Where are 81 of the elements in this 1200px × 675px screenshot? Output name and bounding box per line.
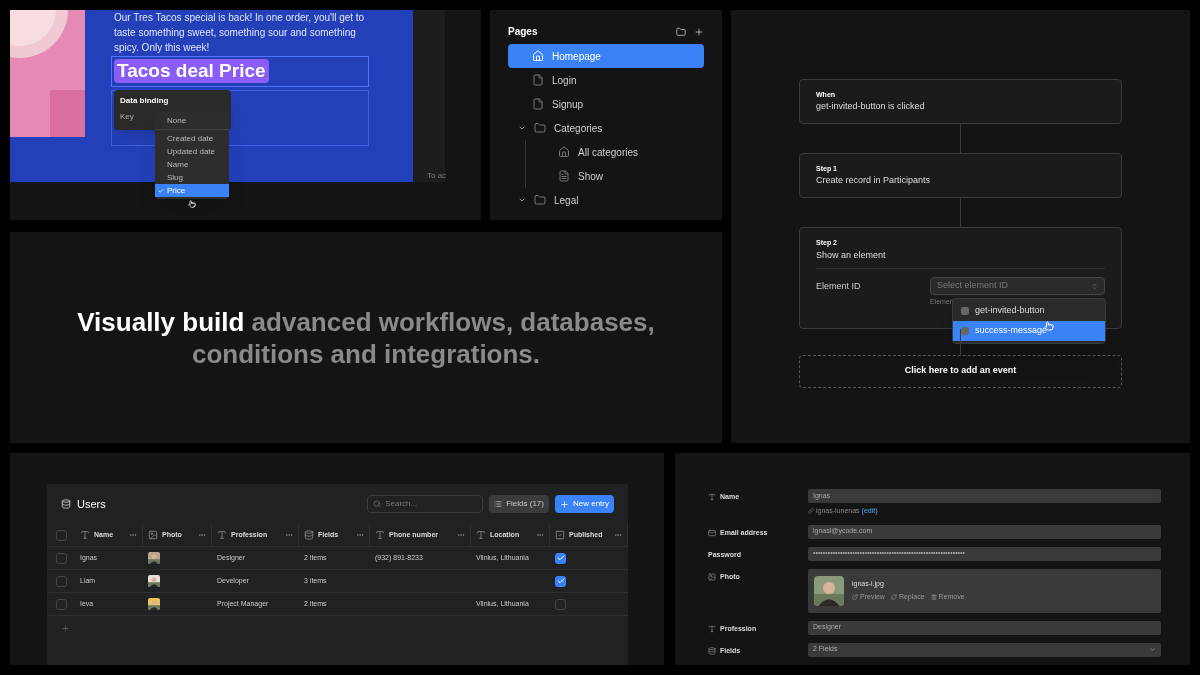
mail-icon [708, 528, 716, 537]
image-icon [148, 530, 158, 540]
checkbox[interactable] [555, 575, 566, 587]
caret-icon [1149, 646, 1156, 653]
page-item[interactable]: Homepage [508, 44, 704, 68]
menu-item[interactable]: get-invited-button [953, 301, 1105, 321]
text-icon [708, 624, 716, 633]
table-title: Users [77, 496, 106, 512]
folder-icon [534, 122, 546, 134]
page-icon [532, 98, 544, 110]
menu-item[interactable]: success-message [953, 321, 1105, 341]
trash-icon [930, 594, 937, 601]
list-icon [494, 500, 503, 508]
checkbox[interactable] [555, 552, 566, 564]
menu-item[interactable]: Price [155, 184, 229, 197]
page-item[interactable]: Legal [508, 188, 704, 212]
menu-item[interactable]: Slug [155, 171, 229, 184]
page-icon [558, 170, 570, 182]
checkbox[interactable] [55, 598, 67, 610]
database-icon [708, 646, 716, 655]
card-text: Create record in Participants [816, 174, 932, 187]
checkbox[interactable] [55, 552, 67, 564]
folder-icon [534, 194, 546, 206]
page-item[interactable]: All categories [526, 140, 704, 164]
check-icon [158, 187, 164, 194]
search-field[interactable]: Search... [367, 495, 484, 513]
text-icon [708, 493, 716, 502]
more-icon[interactable] [198, 531, 206, 539]
page-item[interactable]: Categories [508, 116, 704, 140]
image-icon [708, 572, 716, 581]
add-event-button[interactable]: Click here to add an event [799, 354, 1122, 388]
menu-item[interactable]: None [155, 114, 229, 127]
panel-title: Pages [508, 25, 538, 39]
hint-text: To ac [427, 170, 447, 182]
page-item[interactable]: Signup [508, 92, 704, 116]
add-icon[interactable] [694, 26, 704, 37]
external-link-icon [852, 594, 858, 601]
cursor-icon [188, 200, 196, 208]
database-icon [61, 499, 71, 509]
key-label: Key [120, 111, 134, 123]
chevron-icon [1091, 282, 1098, 290]
new-folder-icon[interactable] [676, 26, 686, 37]
house-icon [532, 50, 544, 62]
text-icon [80, 530, 90, 540]
element-icon [961, 307, 969, 315]
menu-item[interactable]: Created date [155, 132, 229, 145]
plus-icon [560, 499, 569, 509]
text-icon [217, 530, 227, 540]
more-icon[interactable] [457, 531, 465, 539]
popup-title: Data binding [120, 95, 170, 107]
menu-item[interactable]: Name [155, 158, 229, 171]
more-icon[interactable] [536, 531, 544, 539]
checkbox-icon [555, 530, 565, 540]
headline: Visually build advanced workflows, databases, conditions and integrations. [76, 305, 656, 370]
menu-item[interactable]: Updated date [155, 145, 229, 158]
element-icon [961, 327, 969, 335]
more-icon[interactable] [356, 531, 364, 539]
heading: Tacos deal Price [114, 59, 269, 83]
more-icon[interactable] [285, 531, 293, 539]
text-icon [476, 530, 486, 540]
page-item[interactable]: Show [526, 164, 704, 188]
refresh-icon [890, 594, 897, 601]
new-entry-button[interactable]: New entry [555, 495, 614, 513]
database-icon [304, 530, 314, 540]
card-text: get-invited-button is clicked [816, 100, 926, 113]
text-icon [375, 530, 385, 540]
more-icon[interactable] [129, 531, 137, 539]
more-icon[interactable] [614, 531, 622, 539]
fields-button[interactable]: Fields (17) [489, 495, 549, 513]
card-text: Show an element [816, 248, 887, 262]
field-label: Element ID [816, 280, 862, 293]
checkbox[interactable] [555, 598, 566, 610]
page-item[interactable]: Login [508, 68, 704, 92]
house-icon [558, 146, 570, 158]
add-row-icon[interactable] [61, 623, 70, 633]
page-icon [532, 74, 544, 86]
checkbox[interactable] [55, 575, 67, 587]
search-icon [373, 500, 382, 508]
link-icon [808, 508, 814, 515]
checkbox[interactable] [55, 529, 67, 541]
body-text: Our Tres Tacos special is back! In one order, you'll get to taste something sweet, something sour and something spicy. Only this week! [114, 11, 366, 55]
